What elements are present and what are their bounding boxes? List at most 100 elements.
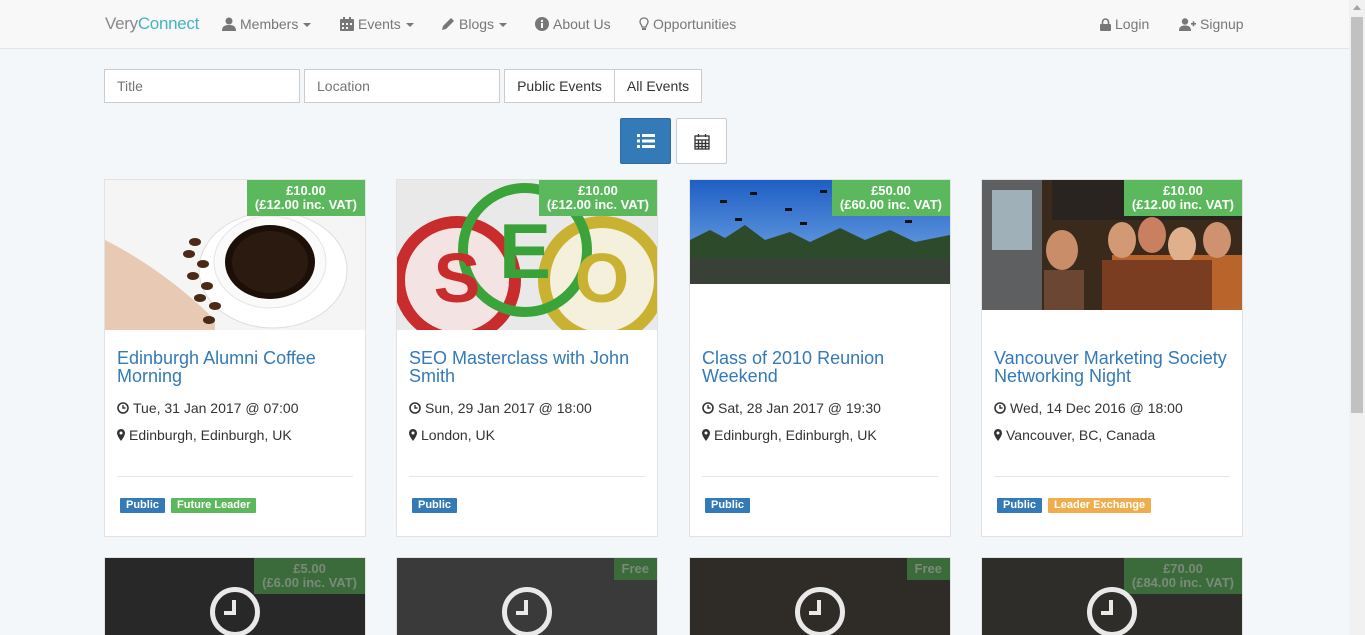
chevron-down-icon (303, 23, 312, 27)
event-card[interactable]: £10.00 (£12.00 inc. VAT) Vancouver Marke… (981, 179, 1243, 537)
event-datetime-text: Tue, 31 Jan 2017 @ 07:00 (133, 400, 299, 416)
event-card[interactable]: £10.00 (£12.00 inc. VAT) Edinburgh Alumn… (104, 179, 366, 537)
login-label: Login (1115, 16, 1150, 32)
price-vat-value: (£84.00 inc. VAT) (1131, 575, 1234, 590)
nav-members-label: Members (240, 16, 299, 32)
past-event-card[interactable]: Free (689, 557, 951, 635)
nav-blogs[interactable]: Blogs (441, 16, 508, 32)
past-event-clock-icon (502, 587, 552, 635)
event-card[interactable]: S E O £10.00 (£12.00 inc. VAT) SEO Maste… (396, 179, 658, 537)
event-datetime-text: Wed, 14 Dec 2016 @ 18:00 (1010, 400, 1183, 416)
price-badge: £10.00 (£12.00 inc. VAT) (538, 180, 657, 216)
tag-public: Public (412, 498, 458, 513)
clock-icon (409, 402, 421, 414)
lightbulb-icon (639, 17, 649, 30)
signup-label: Signup (1200, 16, 1244, 32)
list-view-button[interactable] (620, 118, 671, 164)
lock-icon (1100, 17, 1111, 31)
user-icon (222, 17, 236, 31)
nav-events-label: Events (358, 16, 401, 32)
chevron-down-icon (405, 23, 414, 27)
event-title-link[interactable]: Vancouver Marketing Society Networking N… (994, 349, 1230, 385)
scrollbar-thumb[interactable] (1351, 17, 1363, 413)
all-events-button[interactable]: All Events (614, 69, 702, 103)
price-value: Free (621, 561, 649, 576)
event-location-text: Edinburgh, Edinburgh, UK (714, 427, 877, 443)
brand-logo[interactable]: VeryConnect (105, 14, 199, 34)
map-marker-icon (702, 429, 710, 441)
nav-events[interactable]: Events (340, 16, 414, 32)
past-event-card[interactable]: Free (396, 557, 658, 635)
event-location: Edinburgh, Edinburgh, UK (117, 427, 292, 443)
event-title-link[interactable]: Edinburgh Alumni Coffee Morning (117, 349, 353, 385)
tag-public: Public (997, 498, 1043, 513)
price-value: £10.00 (286, 183, 326, 198)
nav-members[interactable]: Members (222, 16, 312, 32)
tag-future-leader: Future Leader (171, 498, 257, 513)
nav-opportunities-label: Opportunities (653, 16, 737, 32)
title-search-input[interactable] (104, 69, 300, 103)
clock-icon (994, 402, 1006, 414)
event-title-link[interactable]: Class of 2010 Reunion Weekend (702, 349, 938, 385)
list-icon (636, 134, 655, 148)
event-datetime: Wed, 14 Dec 2016 @ 18:00 (994, 400, 1183, 416)
price-badge: £50.00 (£60.00 inc. VAT) (831, 180, 950, 216)
price-vat-value: (£60.00 inc. VAT) (839, 197, 942, 212)
seo-image-letter-e: E (499, 207, 551, 295)
brand-part-1: Very (105, 14, 138, 33)
login-link[interactable]: Login (1100, 16, 1149, 32)
event-datetime: Tue, 31 Jan 2017 @ 07:00 (117, 400, 298, 416)
event-location-text: Edinburgh, Edinburgh, UK (129, 427, 292, 443)
map-marker-icon (409, 429, 417, 441)
public-events-button[interactable]: Public Events (504, 69, 615, 103)
brand-part-2: Connect (137, 14, 200, 33)
nav-blogs-label: Blogs (459, 16, 495, 32)
event-location: Edinburgh, Edinburgh, UK (702, 427, 877, 443)
price-value: Free (914, 561, 942, 576)
scroll-up-arrow-icon[interactable] (1353, 5, 1361, 10)
chevron-down-icon (499, 23, 508, 27)
event-datetime-text: Sun, 29 Jan 2017 @ 18:00 (425, 400, 592, 416)
past-event-card[interactable]: £70.00 (£84.00 inc. VAT) (981, 557, 1243, 635)
nav-about-us-label: About Us (553, 16, 611, 32)
map-marker-icon (994, 429, 1002, 441)
event-location: London, UK (409, 427, 495, 443)
event-location-text: Vancouver, BC, Canada (1006, 427, 1156, 443)
calendar-view-button[interactable] (676, 118, 727, 164)
price-value: £70.00 (1163, 561, 1203, 576)
price-badge: £10.00 (£12.00 inc. VAT) (1123, 180, 1242, 216)
tag-public: Public (705, 498, 751, 513)
nav-opportunities[interactable]: Opportunities (639, 16, 736, 32)
signup-link[interactable]: Signup (1179, 16, 1244, 32)
price-badge: £5.00 (£6.00 inc. VAT) (254, 558, 365, 594)
event-card[interactable]: £50.00 (£60.00 inc. VAT) Class of 2010 R… (689, 179, 951, 537)
past-event-card[interactable]: £5.00 (£6.00 inc. VAT) (104, 557, 366, 635)
event-datetime: Sun, 29 Jan 2017 @ 18:00 (409, 400, 592, 416)
nav-about-us[interactable]: About Us (535, 16, 611, 32)
event-datetime-text: Sat, 28 Jan 2017 @ 19:30 (718, 400, 881, 416)
price-badge: Free (613, 558, 657, 580)
event-location: Vancouver, BC, Canada (994, 427, 1155, 443)
event-title-link[interactable]: SEO Masterclass with John Smith (409, 349, 645, 385)
price-vat-value: (£12.00 inc. VAT) (254, 197, 357, 212)
clock-icon (702, 402, 714, 414)
page-scrollbar[interactable] (1349, 0, 1365, 635)
price-badge: Free (906, 558, 950, 580)
price-value: £10.00 (578, 183, 618, 198)
card-divider (409, 476, 645, 477)
price-vat-value: (£12.00 inc. VAT) (546, 197, 649, 212)
card-divider (994, 476, 1230, 477)
location-search-input[interactable] (304, 69, 500, 103)
event-tags: Public Leader Exchange (997, 498, 1152, 513)
past-event-clock-icon (210, 587, 260, 635)
past-event-clock-icon (1087, 587, 1137, 635)
price-badge: £10.00 (£12.00 inc. VAT) (246, 180, 365, 216)
seo-image-letter-o: O (575, 239, 629, 317)
event-tags: Public (412, 498, 458, 513)
price-value: £5.00 (293, 561, 326, 576)
past-event-clock-icon (795, 587, 845, 635)
price-vat-value: (£6.00 inc. VAT) (262, 575, 357, 590)
top-navbar: VeryConnect Members Events Blogs About U… (0, 0, 1349, 49)
price-badge: £70.00 (£84.00 inc. VAT) (1123, 558, 1242, 594)
seo-image-letter-s: S (434, 239, 481, 317)
